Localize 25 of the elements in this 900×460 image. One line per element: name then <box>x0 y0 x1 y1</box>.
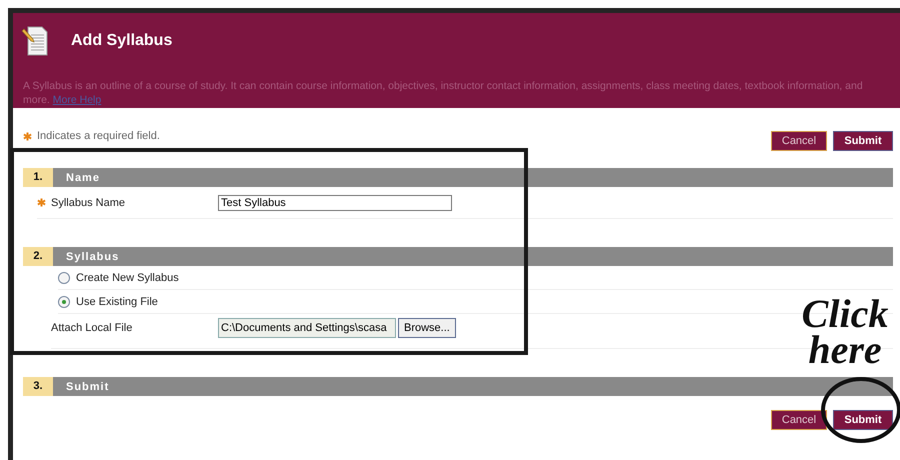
radio-label: Create New Syllabus <box>76 272 179 284</box>
section-title: Submit <box>66 380 110 392</box>
submit-button[interactable]: Submit <box>833 131 893 151</box>
file-path-field[interactable]: C:\Documents and Settings\scasa <box>218 318 396 338</box>
radio-button[interactable] <box>58 272 70 284</box>
page-description: A Syllabus is an outline of a course of study. It can contain course information, objectives, instructor contact information, assignments, class meeting dates, textbook information, and more. More Help <box>23 79 864 107</box>
document-pencil-icon <box>23 25 49 57</box>
field-label: Attach Local File <box>51 322 132 334</box>
section-title: Name <box>66 172 100 184</box>
field-label: Syllabus Name <box>51 196 125 208</box>
page-title: Add Syllabus <box>71 32 172 50</box>
step-number: 1. <box>23 168 53 187</box>
radio-label: Use Existing File <box>76 296 158 308</box>
cancel-button[interactable]: Cancel <box>771 410 827 430</box>
cancel-button[interactable]: Cancel <box>771 131 827 151</box>
section-title: Syllabus <box>66 250 120 262</box>
radio-button[interactable] <box>58 296 70 308</box>
click-here-text: Click here <box>800 296 890 368</box>
required-note: Indicates a required field. <box>37 130 160 142</box>
browse-button[interactable]: Browse... <box>398 318 456 338</box>
step-number: 2. <box>23 247 53 266</box>
submit-button[interactable]: Submit <box>833 410 893 430</box>
syllabus-name-field[interactable]: Test Syllabus <box>218 194 452 210</box>
asterisk-icon <box>23 132 32 140</box>
step-number: 3. <box>23 377 53 396</box>
